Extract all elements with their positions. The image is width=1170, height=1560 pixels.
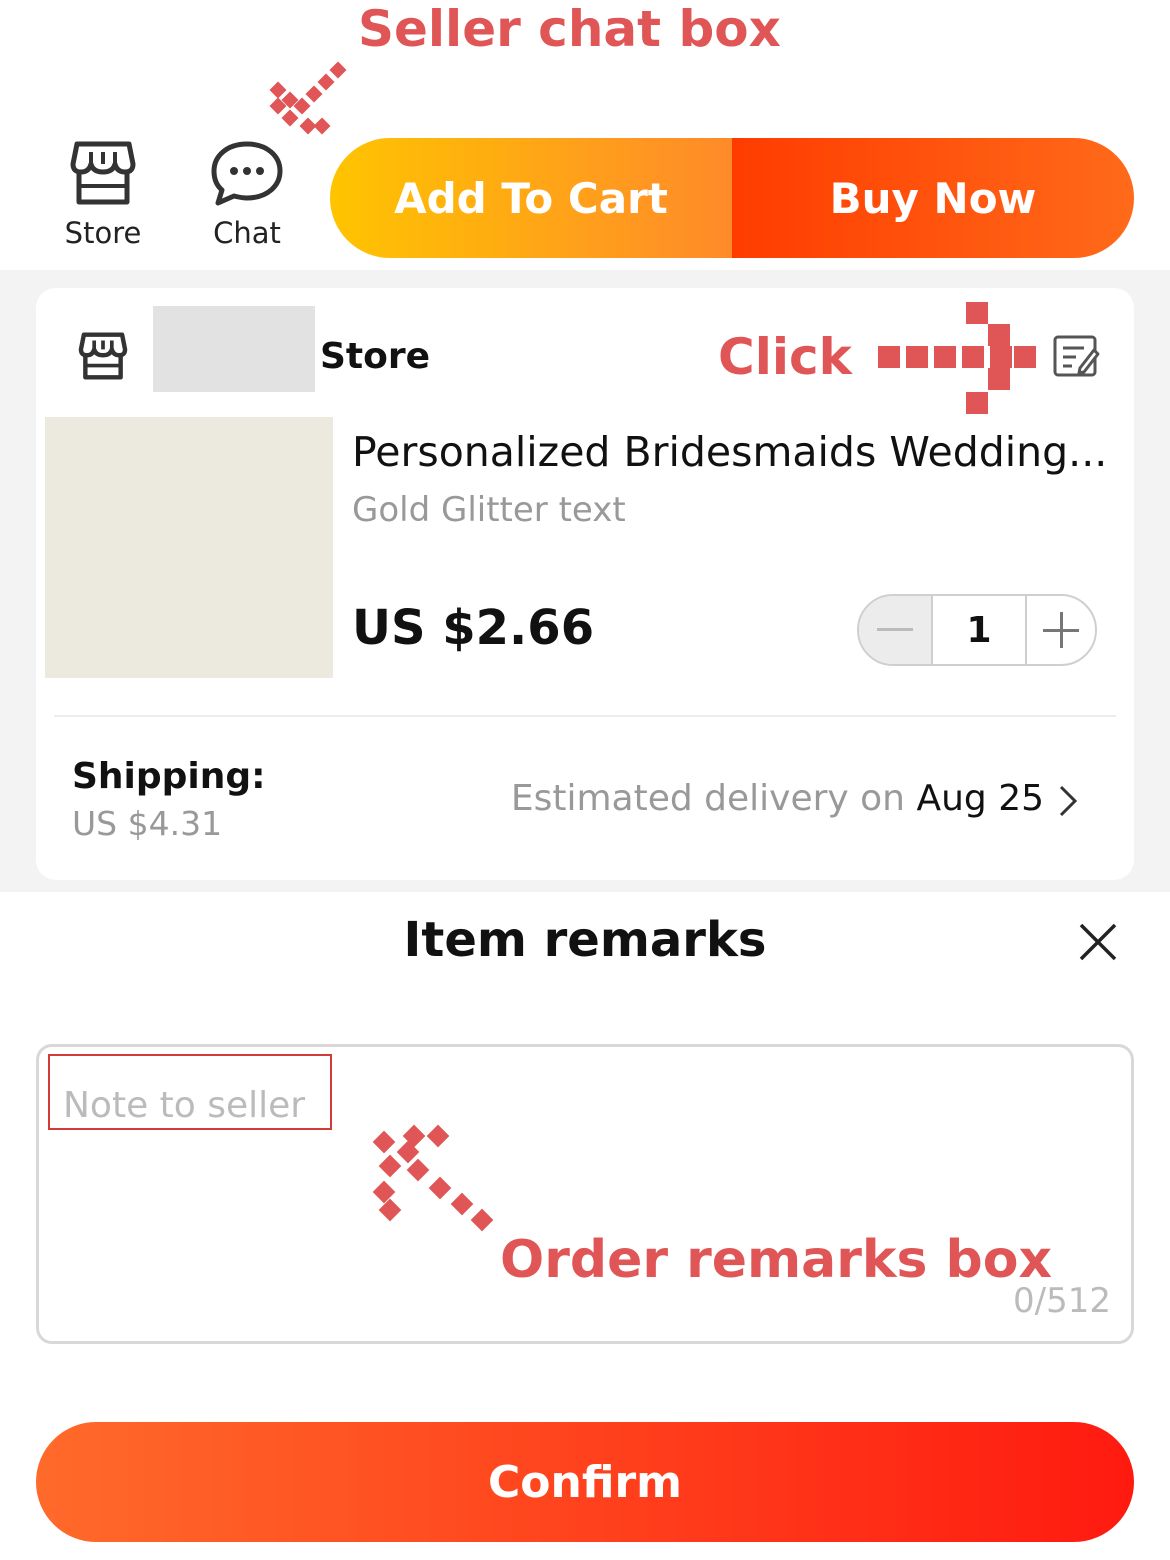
- shipping-label: Shipping:: [72, 756, 266, 797]
- product-price: US $2.66: [352, 600, 595, 656]
- sheet-title: Item remarks: [403, 912, 767, 968]
- delivery-estimate[interactable]: Estimated delivery on Aug 25: [511, 778, 1044, 819]
- store-icon: [70, 141, 136, 205]
- chat-icon: [211, 141, 283, 206]
- chat-nav-button[interactable]: Chat: [182, 140, 312, 250]
- annotation-seller-chat: Seller chat box: [358, 0, 781, 58]
- product-image[interactable]: [45, 417, 333, 678]
- card-divider: [54, 715, 1116, 717]
- decrease-quantity-button[interactable]: [859, 596, 931, 664]
- delivery-prefix: Estimated delivery on: [510, 778, 917, 819]
- store-name[interactable]: Store: [320, 336, 430, 377]
- minus-icon: [877, 628, 913, 631]
- annotation-order-remarks: Order remarks box: [500, 1230, 1053, 1290]
- annotation-arrow-click: [878, 302, 1036, 414]
- annotation-arrow-chat: [269, 61, 347, 135]
- quantity-value[interactable]: 1: [931, 596, 1027, 664]
- shipping-price: US $4.31: [72, 804, 223, 843]
- buy-now-button[interactable]: Buy Now: [732, 138, 1134, 258]
- close-icon[interactable]: [1078, 922, 1118, 962]
- confirm-button[interactable]: Confirm: [36, 1422, 1134, 1542]
- annotation-click: Click: [718, 328, 852, 386]
- quantity-stepper: 1: [857, 594, 1097, 666]
- chevron-right-icon[interactable]: [1058, 784, 1078, 818]
- delivery-date: Aug 25: [916, 778, 1044, 819]
- store-logo-placeholder: [153, 306, 315, 392]
- product-title[interactable]: Personalized Bridesmaids Wedding...: [352, 428, 1107, 476]
- product-variant: Gold Glitter text: [352, 490, 626, 530]
- store-icon: [78, 332, 128, 380]
- annotation-arrow-remarks: [372, 1124, 494, 1232]
- edit-note-icon[interactable]: [1052, 334, 1100, 378]
- bottom-action-bar: Seller chat box Store Chat Add To Cart B…: [0, 0, 1170, 270]
- chat-nav-label: Chat: [213, 216, 281, 250]
- annotation-highlight-box: [48, 1054, 332, 1130]
- store-nav-label: Store: [64, 216, 142, 250]
- increase-quantity-button[interactable]: [1027, 596, 1095, 664]
- store-nav-button[interactable]: Store: [38, 140, 168, 250]
- add-to-cart-button[interactable]: Add To Cart: [330, 138, 732, 258]
- purchase-buttons: Add To Cart Buy Now: [330, 138, 1134, 258]
- plus-icon: [1043, 612, 1079, 648]
